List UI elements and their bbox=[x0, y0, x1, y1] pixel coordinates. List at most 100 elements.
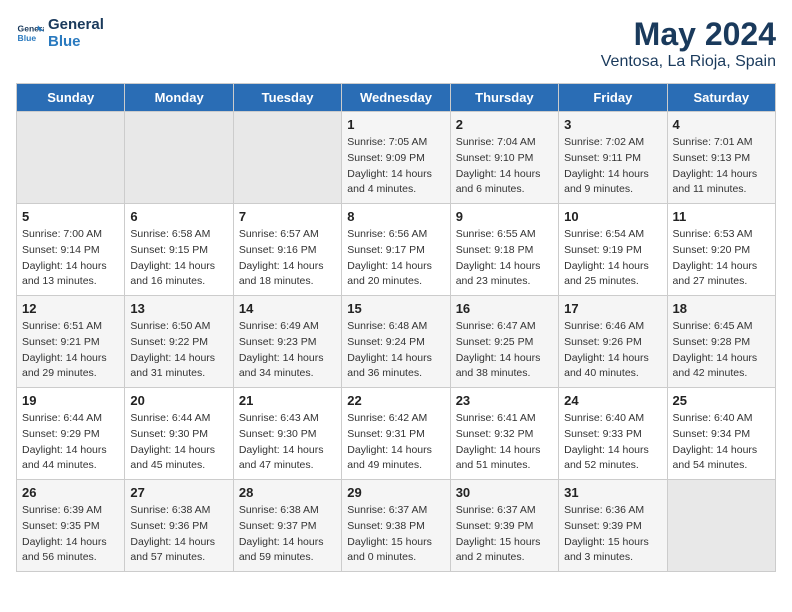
calendar-cell: 20 Sunrise: 6:44 AMSunset: 9:30 PMDayligh… bbox=[125, 388, 233, 480]
calendar-cell: 28 Sunrise: 6:38 AMSunset: 9:37 PMDayligh… bbox=[233, 480, 341, 572]
day-info: Sunrise: 6:37 AMSunset: 9:39 PMDaylight:… bbox=[456, 503, 553, 566]
day-info: Sunrise: 6:38 AMSunset: 9:36 PMDaylight:… bbox=[130, 503, 227, 566]
day-info: Sunrise: 6:54 AMSunset: 9:19 PMDaylight:… bbox=[564, 227, 661, 290]
day-number: 2 bbox=[456, 117, 553, 132]
calendar-cell: 25 Sunrise: 6:40 AMSunset: 9:34 PMDayligh… bbox=[667, 388, 775, 480]
day-number: 15 bbox=[347, 301, 444, 316]
day-number: 22 bbox=[347, 393, 444, 408]
day-number: 20 bbox=[130, 393, 227, 408]
day-number: 14 bbox=[239, 301, 336, 316]
calendar-cell: 26 Sunrise: 6:39 AMSunset: 9:35 PMDayligh… bbox=[17, 480, 125, 572]
calendar-cell: 21 Sunrise: 6:43 AMSunset: 9:30 PMDayligh… bbox=[233, 388, 341, 480]
day-info: Sunrise: 6:41 AMSunset: 9:32 PMDaylight:… bbox=[456, 411, 553, 474]
calendar-cell: 3 Sunrise: 7:02 AMSunset: 9:11 PMDaylight… bbox=[559, 112, 667, 204]
calendar-cell: 30Sunrise: 6:37 AMSunset: 9:39 PMDayligh… bbox=[450, 480, 558, 572]
day-number: 4 bbox=[673, 117, 770, 132]
title-block: May 2024 Ventosa, La Rioja, Spain bbox=[601, 16, 776, 71]
logo: General Blue General Blue bbox=[16, 16, 104, 51]
calendar-cell: 2 Sunrise: 7:04 AMSunset: 9:10 PMDaylight… bbox=[450, 112, 558, 204]
day-info: Sunrise: 7:02 AMSunset: 9:11 PMDaylight:… bbox=[564, 135, 661, 198]
day-number: 17 bbox=[564, 301, 661, 316]
day-number: 16 bbox=[456, 301, 553, 316]
day-number: 9 bbox=[456, 209, 553, 224]
page-header: General Blue General Blue May 2024 Vento… bbox=[16, 16, 776, 71]
day-info: Sunrise: 6:56 AMSunset: 9:17 PMDaylight:… bbox=[347, 227, 444, 290]
calendar-cell: 4 Sunrise: 7:01 AMSunset: 9:13 PMDaylight… bbox=[667, 112, 775, 204]
calendar-cell: 15Sunrise: 6:48 AMSunset: 9:24 PMDayligh… bbox=[342, 296, 450, 388]
day-number: 29 bbox=[347, 485, 444, 500]
calendar-cell: 6 Sunrise: 6:58 AMSunset: 9:15 PMDaylight… bbox=[125, 204, 233, 296]
calendar-table: SundayMondayTuesdayWednesdayThursdayFrid… bbox=[16, 83, 776, 572]
calendar-cell: 10Sunrise: 6:54 AMSunset: 9:19 PMDayligh… bbox=[559, 204, 667, 296]
day-info: Sunrise: 6:38 AMSunset: 9:37 PMDaylight:… bbox=[239, 503, 336, 566]
calendar-cell: 1 Sunrise: 7:05 AMSunset: 9:09 PMDaylight… bbox=[342, 112, 450, 204]
calendar-cell: 19 Sunrise: 6:44 AMSunset: 9:29 PMDayligh… bbox=[17, 388, 125, 480]
day-number: 12 bbox=[22, 301, 119, 316]
calendar-cell: 16Sunrise: 6:47 AMSunset: 9:25 PMDayligh… bbox=[450, 296, 558, 388]
day-info: Sunrise: 6:50 AMSunset: 9:22 PMDaylight:… bbox=[130, 319, 227, 382]
logo-icon: General Blue bbox=[16, 19, 44, 47]
day-info: Sunrise: 6:39 AMSunset: 9:35 PMDaylight:… bbox=[22, 503, 119, 566]
day-number: 23 bbox=[456, 393, 553, 408]
calendar-cell: 9Sunrise: 6:55 AMSunset: 9:18 PMDaylight… bbox=[450, 204, 558, 296]
subtitle: Ventosa, La Rioja, Spain bbox=[601, 53, 776, 71]
calendar-cell: 14 Sunrise: 6:49 AMSunset: 9:23 PMDayligh… bbox=[233, 296, 341, 388]
day-number: 25 bbox=[673, 393, 770, 408]
day-number: 6 bbox=[130, 209, 227, 224]
day-number: 21 bbox=[239, 393, 336, 408]
logo-general: General bbox=[48, 16, 104, 33]
calendar-cell: 18 Sunrise: 6:45 AMSunset: 9:28 PMDayligh… bbox=[667, 296, 775, 388]
col-header-thursday: Thursday bbox=[450, 84, 558, 112]
day-number: 27 bbox=[130, 485, 227, 500]
col-header-wednesday: Wednesday bbox=[342, 84, 450, 112]
day-number: 28 bbox=[239, 485, 336, 500]
calendar-cell: 11 Sunrise: 6:53 AMSunset: 9:20 PMDayligh… bbox=[667, 204, 775, 296]
day-number: 8 bbox=[347, 209, 444, 224]
col-header-saturday: Saturday bbox=[667, 84, 775, 112]
day-info: Sunrise: 6:44 AMSunset: 9:29 PMDaylight:… bbox=[22, 411, 119, 474]
col-header-tuesday: Tuesday bbox=[233, 84, 341, 112]
day-number: 11 bbox=[673, 209, 770, 224]
col-header-sunday: Sunday bbox=[17, 84, 125, 112]
day-info: Sunrise: 6:40 AMSunset: 9:34 PMDaylight:… bbox=[673, 411, 770, 474]
day-number: 1 bbox=[347, 117, 444, 132]
day-number: 5 bbox=[22, 209, 119, 224]
calendar-cell: 29 Sunrise: 6:37 AMSunset: 9:38 PMDayligh… bbox=[342, 480, 450, 572]
day-number: 7 bbox=[239, 209, 336, 224]
calendar-cell: 22 Sunrise: 6:42 AMSunset: 9:31 PMDayligh… bbox=[342, 388, 450, 480]
day-info: Sunrise: 6:51 AMSunset: 9:21 PMDaylight:… bbox=[22, 319, 119, 382]
calendar-cell: 5Sunrise: 7:00 AMSunset: 9:14 PMDaylight… bbox=[17, 204, 125, 296]
calendar-cell: 24Sunrise: 6:40 AMSunset: 9:33 PMDayligh… bbox=[559, 388, 667, 480]
day-number: 3 bbox=[564, 117, 661, 132]
day-info: Sunrise: 6:44 AMSunset: 9:30 PMDaylight:… bbox=[130, 411, 227, 474]
day-info: Sunrise: 6:42 AMSunset: 9:31 PMDaylight:… bbox=[347, 411, 444, 474]
calendar-cell bbox=[125, 112, 233, 204]
calendar-cell: 13 Sunrise: 6:50 AMSunset: 9:22 PMDayligh… bbox=[125, 296, 233, 388]
day-info: Sunrise: 7:04 AMSunset: 9:10 PMDaylight:… bbox=[456, 135, 553, 198]
day-info: Sunrise: 6:45 AMSunset: 9:28 PMDaylight:… bbox=[673, 319, 770, 382]
calendar-cell: 31Sunrise: 6:36 AMSunset: 9:39 PMDayligh… bbox=[559, 480, 667, 572]
calendar-cell bbox=[233, 112, 341, 204]
calendar-cell: 8 Sunrise: 6:56 AMSunset: 9:17 PMDaylight… bbox=[342, 204, 450, 296]
day-info: Sunrise: 6:53 AMSunset: 9:20 PMDaylight:… bbox=[673, 227, 770, 290]
calendar-cell: 12 Sunrise: 6:51 AMSunset: 9:21 PMDayligh… bbox=[17, 296, 125, 388]
logo-blue: Blue bbox=[48, 33, 104, 50]
main-title: May 2024 bbox=[601, 16, 776, 53]
day-info: Sunrise: 6:58 AMSunset: 9:15 PMDaylight:… bbox=[130, 227, 227, 290]
col-header-monday: Monday bbox=[125, 84, 233, 112]
day-number: 18 bbox=[673, 301, 770, 316]
day-info: Sunrise: 6:37 AMSunset: 9:38 PMDaylight:… bbox=[347, 503, 444, 566]
day-number: 31 bbox=[564, 485, 661, 500]
day-number: 24 bbox=[564, 393, 661, 408]
day-number: 19 bbox=[22, 393, 119, 408]
day-number: 26 bbox=[22, 485, 119, 500]
day-info: Sunrise: 6:43 AMSunset: 9:30 PMDaylight:… bbox=[239, 411, 336, 474]
calendar-cell: 17Sunrise: 6:46 AMSunset: 9:26 PMDayligh… bbox=[559, 296, 667, 388]
col-header-friday: Friday bbox=[559, 84, 667, 112]
day-info: Sunrise: 7:01 AMSunset: 9:13 PMDaylight:… bbox=[673, 135, 770, 198]
calendar-cell: 7Sunrise: 6:57 AMSunset: 9:16 PMDaylight… bbox=[233, 204, 341, 296]
calendar-cell bbox=[17, 112, 125, 204]
day-number: 13 bbox=[130, 301, 227, 316]
day-info: Sunrise: 7:05 AMSunset: 9:09 PMDaylight:… bbox=[347, 135, 444, 198]
day-info: Sunrise: 6:49 AMSunset: 9:23 PMDaylight:… bbox=[239, 319, 336, 382]
